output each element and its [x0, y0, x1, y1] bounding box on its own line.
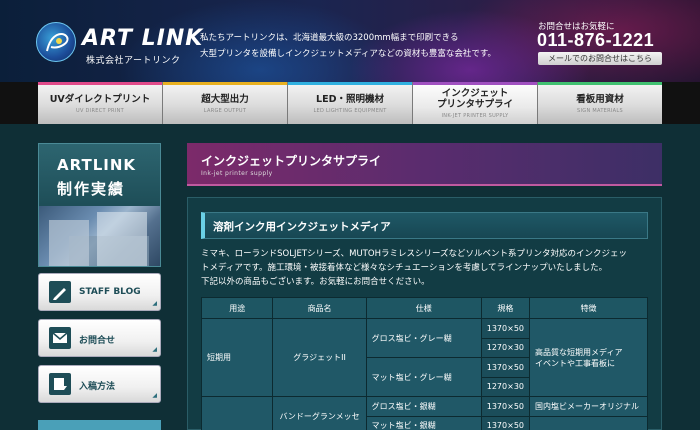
table-cell: マット塩ビ・グレー糊 [365, 357, 482, 397]
table-cell: 1270×30 [480, 376, 531, 397]
tagline-line: 私たちアートリンクは、北海道最大級の3200mm幅まで印刷できる [200, 33, 459, 43]
table-cell: 高品質な短期用メディア イベントや工事看板に [529, 318, 648, 397]
pencil-icon [49, 281, 71, 303]
page-subtitle: Ink-jet printer supply [201, 170, 273, 177]
column-header: 商品名 [272, 297, 367, 319]
table-cell: グロス塩ビ・銀糊 [365, 396, 482, 417]
column-header: 仕様 [365, 297, 482, 319]
main-nav: UVダイレクトプリント UV DIRECT PRINT 超大型出力 LARGE … [38, 82, 662, 124]
description-line: トメディアです。施工環境・被接着体など様々なシチュエーションを考慮してラインナッ… [201, 263, 608, 273]
tagline: 私たちアートリンクは、北海道最大級の3200mm幅まで印刷できる 大型プリンタを… [200, 30, 520, 62]
nav-color-bar [163, 82, 287, 85]
nav-label: インクジェット プリンタサプライ [413, 82, 537, 110]
nav-label-line: プリンタサプライ [436, 99, 513, 110]
photo-building [49, 220, 89, 266]
section-heading: 溶剤インク用インクジェットメディア [201, 212, 648, 239]
nav-color-bar [413, 82, 537, 85]
button-label: お問合せ [79, 336, 116, 346]
staff-blog-button[interactable]: STAFF BLOG ◢ [38, 273, 161, 311]
product-table: 用途 商品名 仕様 規格 特徴 短期用 グラジェットII グロス塩ビ・グレー糊 … [200, 297, 648, 430]
column-header: 規格 [480, 297, 531, 319]
nav-label: 看板用資材 [576, 94, 624, 105]
nav-color-bar [288, 82, 412, 85]
column-header: 特徴 [529, 297, 648, 319]
mail-icon [49, 327, 71, 349]
nav-item-led[interactable]: LED・照明機材 LED LIGHTING EQUIPMENT [288, 82, 413, 124]
banner-subtitle: 制作実績 [57, 180, 126, 198]
table-cell: 1270×30 [480, 337, 531, 358]
nav-label: 超大型出力 [201, 94, 249, 105]
table-cell [529, 415, 648, 430]
submission-method-button[interactable]: 入稿方法 ◢ [38, 365, 161, 403]
feature-line: イベントや工事看板に [535, 358, 615, 368]
logo-icon[interactable] [36, 22, 76, 62]
nav-sublabel: SIGN MATERIALS [577, 108, 623, 114]
nav-item-uv-print[interactable]: UVダイレクトプリント UV DIRECT PRINT [38, 82, 163, 124]
table-cell: グロス塩ビ・グレー糊 [365, 318, 482, 358]
table-header-row: 用途 商品名 仕様 規格 特徴 [200, 297, 648, 319]
nav-sublabel: INK-JET PRINTER SUPPLY [441, 113, 509, 119]
logo-text[interactable]: ART LINK [82, 26, 203, 51]
mail-contact-button[interactable]: メールでのお問合せはこちら [538, 52, 662, 65]
corner-arrow-icon: ◢ [152, 300, 157, 307]
nav-item-large-output[interactable]: 超大型出力 LARGE OUTPUT [163, 82, 288, 124]
section-description: ミマキ、ローランドSOLJETシリーズ、MUTOHラミレスシリーズなどソルベント… [201, 247, 661, 289]
nav-sublabel: UV DIRECT PRINT [75, 108, 125, 114]
table-cell [200, 396, 274, 430]
logo-subtitle: 株式会社アートリンク [86, 56, 181, 66]
table-cell: 1370×50 [480, 396, 531, 417]
table-cell: バンドーグランメッセ [272, 396, 367, 430]
artlink-works-banner[interactable]: ARTLINK 制作実績 [38, 143, 161, 267]
description-line: 下記以外の商品もございます。お気軽にお問合せください。 [201, 277, 430, 287]
contact-button[interactable]: お問合せ ◢ [38, 319, 161, 357]
table-cell: 国内塩ビメーカーオリジナル [529, 396, 648, 417]
nav-color-bar [538, 82, 662, 85]
photo-building [97, 212, 147, 266]
nav-item-inkjet-supply[interactable]: インクジェット プリンタサプライ INK-JET PRINTER SUPPLY [413, 82, 538, 124]
works-photo [39, 206, 160, 266]
upload-icon [49, 373, 71, 395]
table-cell: マット塩ビ・銀糊 [365, 415, 482, 430]
nav-label: LED・照明機材 [316, 94, 384, 105]
corner-arrow-icon: ◢ [152, 392, 157, 399]
table-row: バンドーグランメッセ グロス塩ビ・銀糊 1370×50 国内塩ビメーカーオリジナ… [200, 396, 648, 430]
table-cell: 1370×50 [480, 415, 531, 430]
tagline-line: 大型プリンタを設備しインクジェットメディアなどの資材も豊富な会社です。 [200, 49, 497, 59]
table-cell: グラジェットII [272, 318, 367, 397]
nav-item-sign-materials[interactable]: 看板用資材 SIGN MATERIALS [538, 82, 662, 124]
nav-sublabel: LED LIGHTING EQUIPMENT [313, 108, 387, 114]
nav-label: UVダイレクトプリント [49, 94, 151, 105]
section-title: 溶剤インク用インクジェットメディア [213, 221, 391, 233]
button-label: STAFF BLOG [79, 287, 141, 297]
page-title: インクジェットプリンタサプライ [201, 154, 382, 168]
nav-color-bar [38, 82, 162, 85]
description-line: ミマキ、ローランドSOLJETシリーズ、MUTOHラミレスシリーズなどソルベント… [201, 249, 628, 259]
page-heading: インクジェットプリンタサプライ Ink-jet printer supply [187, 143, 662, 186]
table-cell: 1370×50 [480, 318, 531, 339]
table-row: 短期用 グラジェットII グロス塩ビ・グレー糊 1370×50 高品質な短期用メ… [200, 318, 648, 397]
feature-line: 高品質な短期用メディア [535, 347, 623, 357]
nav-label-line: インクジェット [441, 88, 509, 99]
sidebar-banner-partial[interactable] [38, 420, 161, 430]
column-header: 用途 [200, 297, 274, 319]
table-cell: 短期用 [200, 318, 274, 397]
corner-arrow-icon: ◢ [152, 346, 157, 353]
phone-number: 011-876-1221 [537, 30, 655, 50]
table-cell: 1370×50 [480, 357, 531, 378]
site-header: ART LINK 株式会社アートリンク 私たちアートリンクは、北海道最大級の32… [0, 0, 700, 82]
button-label: 入稿方法 [79, 382, 116, 392]
nav-sublabel: LARGE OUTPUT [203, 108, 247, 114]
banner-title: ARTLINK [57, 156, 137, 174]
